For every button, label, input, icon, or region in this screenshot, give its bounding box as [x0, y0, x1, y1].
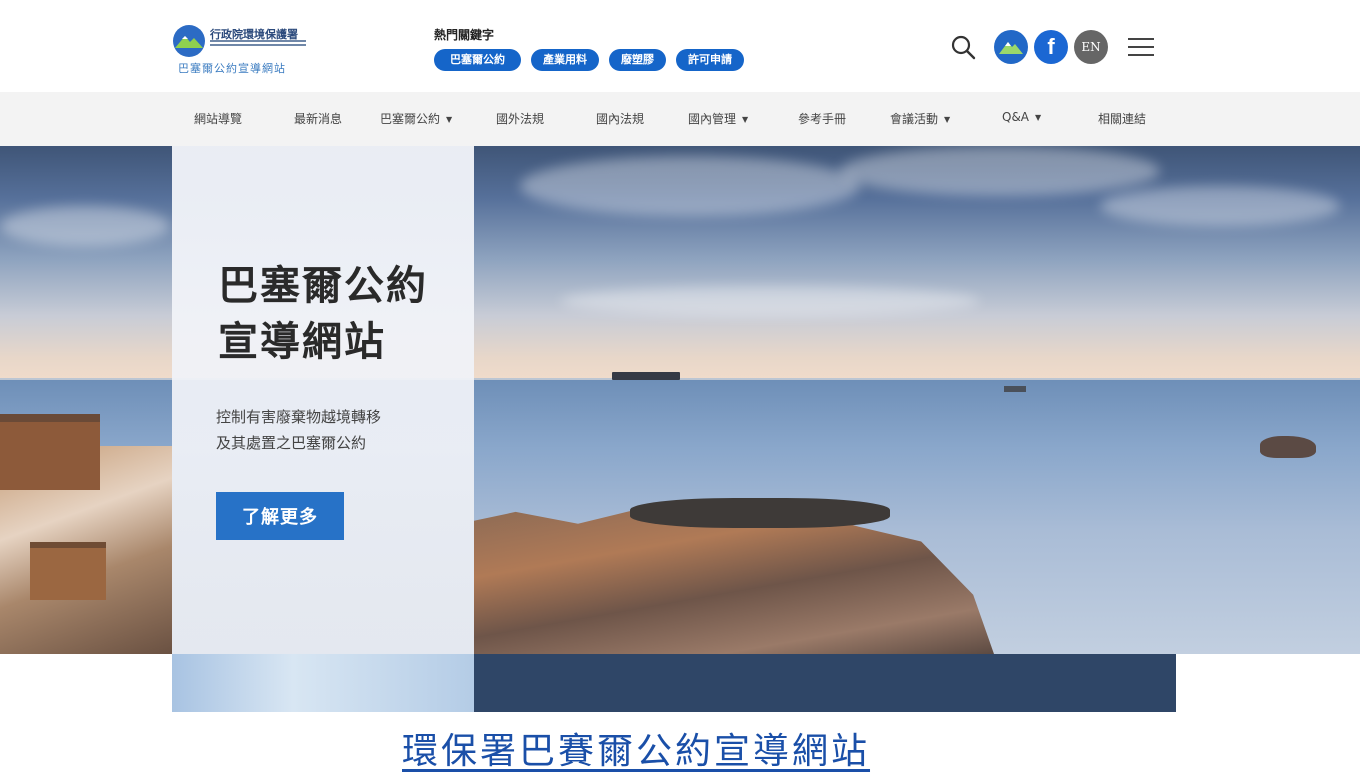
nav-item-basel[interactable]: 巴塞爾公約 ▼: [380, 110, 452, 127]
nav-item-foreign-law[interactable]: 國外法規: [496, 110, 544, 127]
nav-item-qa[interactable]: Q&A ▼: [1002, 110, 1041, 124]
hot-tag-permit[interactable]: 許可申請: [676, 49, 744, 71]
bunker-image: [0, 414, 100, 490]
nav-item-events[interactable]: 會議活動 ▼: [890, 110, 950, 127]
boat-image: [1004, 386, 1026, 392]
logo-subtitle: 巴塞爾公約宣導網站: [178, 62, 286, 75]
hero-banner: 巴塞爾公約 宣導網站 控制有害廢棄物越境轉移 及其處置之巴塞爾公約 了解更多: [0, 146, 1360, 654]
nav-item-links[interactable]: 相關連結: [1098, 110, 1146, 127]
learn-more-button[interactable]: 了解更多: [216, 492, 344, 540]
facebook-icon: f: [1047, 34, 1055, 59]
nav-item-handbook[interactable]: 參考手冊: [798, 110, 846, 127]
dark-strip: [474, 654, 1176, 712]
hot-tag-basel[interactable]: 巴塞爾公約: [434, 49, 521, 71]
nav-item-sitemap[interactable]: 網站導覽: [194, 110, 242, 127]
chevron-down-icon: ▼: [742, 115, 749, 124]
chevron-down-icon: ▼: [1035, 113, 1042, 122]
site-header: 行政院環境保護署 巴塞爾公約宣導網站 熱門關鍵字 巴塞爾公約 產業用料 廢塑膠 …: [0, 0, 1360, 92]
sky-strip: [172, 654, 474, 712]
hot-keywords-title: 熱門關鍵字: [434, 28, 495, 42]
search-icon[interactable]: [948, 32, 978, 62]
hot-keywords: 熱門關鍵字 巴塞爾公約 產業用料 廢塑膠 許可申請: [434, 26, 744, 71]
nav-item-domestic-management[interactable]: 國內管理 ▼: [688, 110, 748, 127]
mountain-logo-icon: [173, 25, 205, 57]
page-caption-link[interactable]: 環保署巴賽爾公約宣導網站: [402, 722, 870, 774]
hot-tag-waste-plastic[interactable]: 廢塑膠: [609, 49, 666, 71]
site-logo[interactable]: 行政院環境保護署 巴塞爾公約宣導網站: [172, 22, 312, 78]
ship-image: [612, 372, 680, 380]
sea-rock-image: [1260, 436, 1316, 458]
mountain-icon: [999, 42, 1023, 54]
language-label: EN: [1081, 40, 1101, 54]
chevron-down-icon: ▼: [944, 115, 951, 124]
header-tools: f EN: [948, 30, 1158, 64]
nav-item-news[interactable]: 最新消息: [294, 110, 342, 127]
chevron-down-icon: ▼: [446, 115, 453, 124]
language-en-button[interactable]: EN: [1074, 30, 1108, 64]
epa-home-button[interactable]: [994, 30, 1028, 64]
hero-subtitle: 控制有害廢棄物越境轉移 及其處置之巴塞爾公約: [216, 408, 382, 452]
hot-keyword-tags: 巴塞爾公約 產業用料 廢塑膠 許可申請: [434, 49, 744, 71]
bunker-image: [30, 542, 106, 600]
hamburger-menu-icon[interactable]: [1128, 32, 1158, 62]
main-nav: 網站導覽 最新消息 巴塞爾公約 ▼ 國外法規 國內法規 國內管理 ▼ 參考手冊 會議…: [0, 92, 1360, 146]
dark-rocks-image: [630, 498, 890, 528]
hot-tag-industrial-material[interactable]: 產業用料: [531, 49, 599, 71]
logo-english-text: [210, 40, 306, 50]
facebook-button[interactable]: f: [1034, 30, 1068, 64]
nav-item-domestic-law[interactable]: 國內法規: [596, 110, 644, 127]
hero-title: 巴塞爾公約 宣導網站: [218, 263, 428, 365]
hero-text-panel: 巴塞爾公約 宣導網站 控制有害廢棄物越境轉移 及其處置之巴塞爾公約 了解更多: [172, 146, 474, 654]
